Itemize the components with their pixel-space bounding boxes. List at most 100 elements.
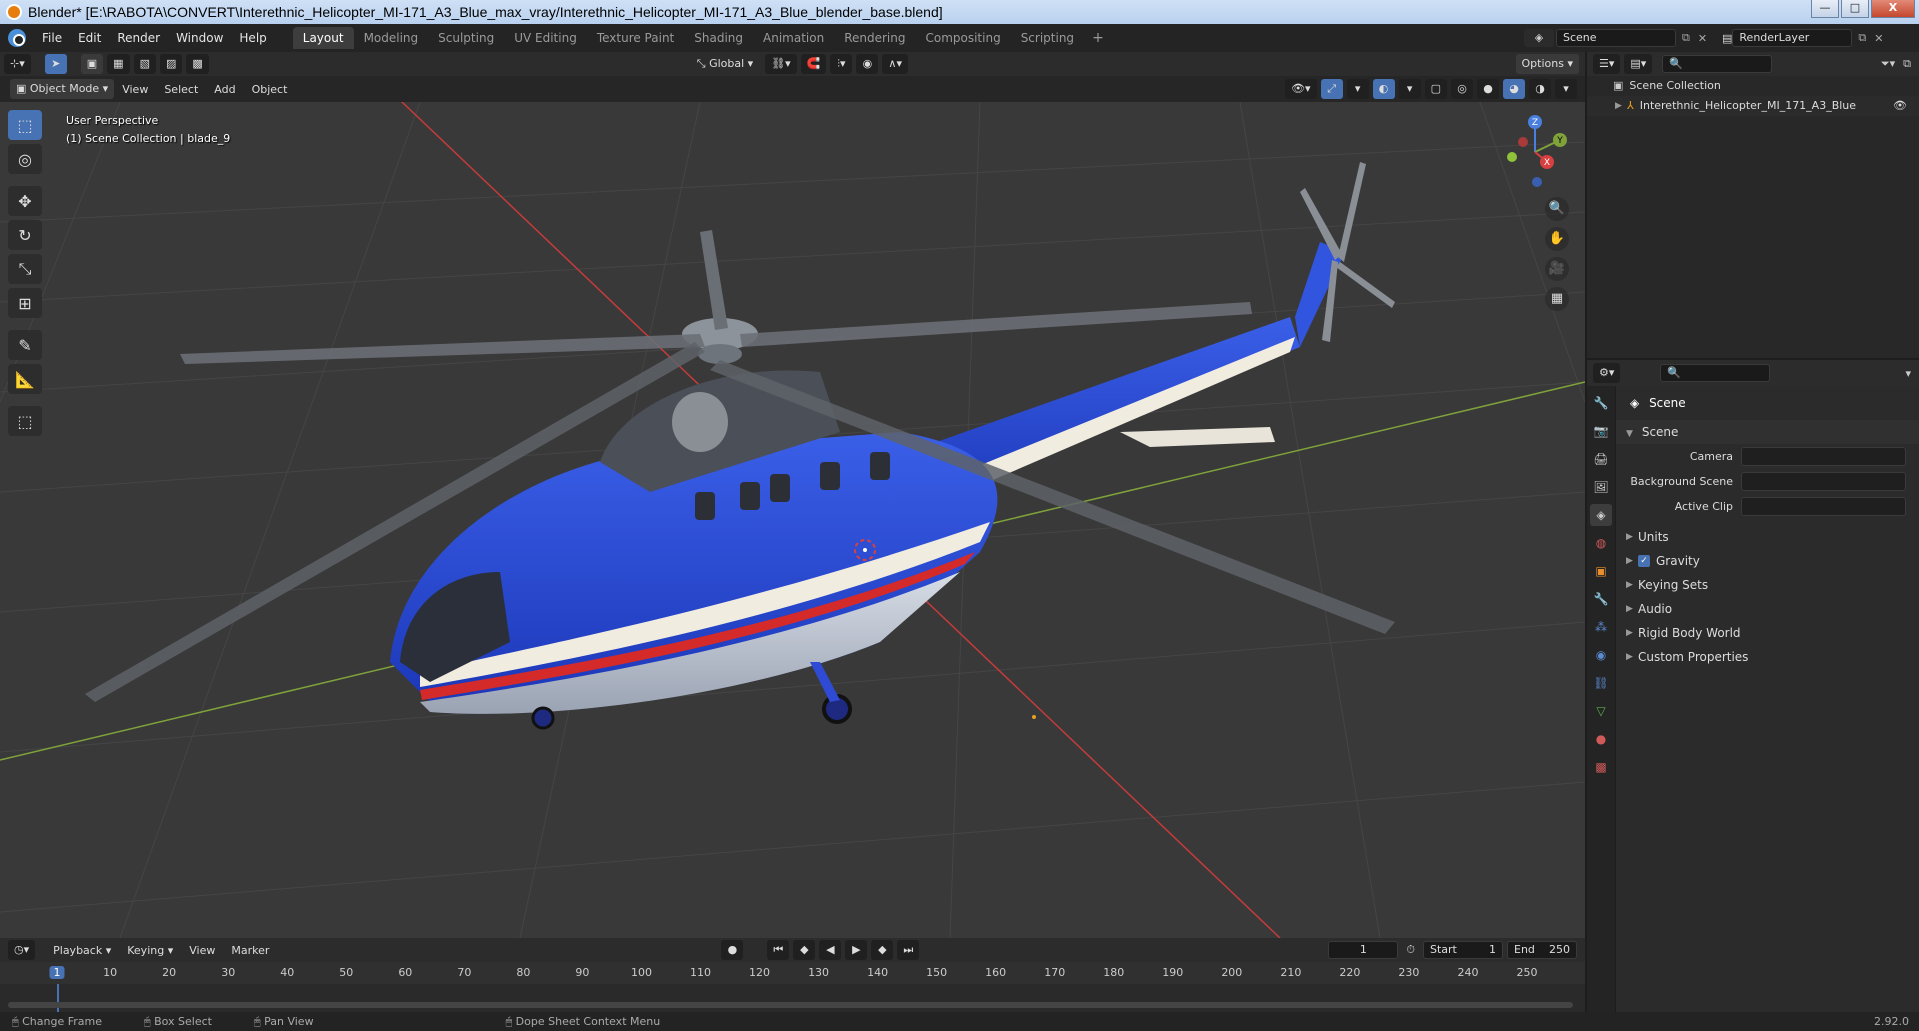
menu-file[interactable]: File [34, 31, 70, 45]
editor-type-button[interactable]: ⊹▾ [4, 54, 31, 74]
minimize-button[interactable]: — [1811, 0, 1839, 18]
new-collection-icon[interactable]: ⧉ [1903, 57, 1911, 71]
display-mode-icon[interactable]: ▤▾ [1624, 54, 1653, 74]
scene-tab-icon[interactable]: ◈ [1590, 504, 1612, 526]
record-keyframe-icon[interactable]: ● [721, 940, 744, 960]
object-mode-dropdown[interactable]: ▣ Object Mode ▾ [10, 79, 115, 99]
constraints-tab-icon[interactable]: ⛓ [1590, 672, 1612, 694]
ortho-grid-icon[interactable]: ▦ [1545, 287, 1569, 311]
start-frame-field[interactable]: Start 1 [1423, 941, 1503, 959]
render-tab-icon[interactable]: 📷 [1590, 420, 1612, 442]
scene-name-field[interactable]: Scene [1556, 29, 1676, 47]
menu-help[interactable]: Help [231, 31, 274, 45]
rotate-tool-icon[interactable]: ↻ [8, 220, 42, 250]
timeline-scrollbar[interactable] [8, 1002, 1573, 1008]
proportional-edit-icon[interactable]: ◉ [856, 54, 879, 74]
new-renderlayer-icon[interactable]: ⧉ [1858, 31, 1866, 45]
jump-end-icon[interactable]: ⏭ [897, 940, 920, 960]
menu-add[interactable]: Add [206, 83, 243, 96]
material-shading-icon[interactable]: ◕ [1503, 79, 1525, 99]
gizmo-neg-y[interactable] [1507, 152, 1517, 162]
close-button[interactable]: X [1871, 0, 1915, 18]
delete-scene-icon[interactable]: ✕ [1698, 32, 1707, 45]
gravity-checkbox[interactable]: ✓ [1638, 555, 1650, 567]
select-subtract-icon[interactable]: ▧ [133, 54, 156, 74]
tab-scripting[interactable]: Scripting [1011, 27, 1084, 49]
material-tab-icon[interactable]: ● [1590, 728, 1612, 750]
view-layer-tab-icon[interactable]: 🖼 [1590, 476, 1612, 498]
move-tool-icon[interactable]: ✥ [8, 186, 42, 216]
tab-rendering[interactable]: Rendering [834, 27, 915, 49]
cursor-tool-icon[interactable]: ◎ [8, 144, 42, 174]
output-tab-icon[interactable]: 🖨 [1590, 448, 1612, 470]
tab-layout[interactable]: Layout [292, 27, 354, 49]
annotate-tool-icon[interactable]: ✎ [8, 330, 42, 360]
camera-view-icon[interactable]: 🎥 [1545, 257, 1569, 281]
wireframe-shading-icon[interactable]: ◎ [1451, 79, 1473, 99]
renderlayer-selector[interactable]: ▤ RenderLayer ⧉ ✕ [1722, 28, 1917, 48]
add-workspace-button[interactable]: + [1084, 27, 1112, 49]
properties-options-icon[interactable]: ▾ [1905, 367, 1911, 380]
units-panel[interactable]: ▶ Units [1616, 525, 1919, 549]
snap-icon[interactable]: 🧲 [800, 54, 827, 74]
tab-uv-editing[interactable]: UV Editing [504, 27, 587, 49]
menu-object[interactable]: Object [244, 83, 296, 96]
background-scene-field[interactable] [1741, 472, 1906, 491]
tab-sculpting[interactable]: Sculpting [428, 27, 504, 49]
gizmo-neg-x[interactable] [1518, 137, 1528, 147]
3d-viewport[interactable]: User Perspective (1) Scene Collection | … [0, 102, 1585, 938]
helicopter-model[interactable] [85, 162, 1395, 730]
menu-timeline-view[interactable]: View [181, 944, 223, 957]
timeline-ruler[interactable]: 1 10 20 30 40 50 60 70 80 90 100 110 120 130 140 150 160… [0, 962, 1585, 984]
menu-render[interactable]: Render [109, 31, 168, 45]
scene-section-header[interactable]: ▼ Scene [1616, 420, 1919, 444]
timeline-editor-type-icon[interactable]: ◷▾ [8, 940, 36, 960]
select-extend-icon[interactable]: ▦ [107, 54, 130, 74]
tab-shading[interactable]: Shading [684, 27, 753, 49]
visibility-eye-icon[interactable]: 👁 [1893, 96, 1907, 116]
gizmo-toggle-icon[interactable]: ⤢ [1320, 79, 1343, 99]
object-tab-icon[interactable]: ▣ [1590, 560, 1612, 582]
play-reverse-icon[interactable]: ◀ [819, 940, 842, 960]
outliner-editor-type-icon[interactable]: ☰▾ [1593, 54, 1621, 74]
outliner-row-scene-collection[interactable]: ▣ Scene Collection [1587, 76, 1919, 96]
active-clip-field[interactable] [1741, 497, 1906, 516]
add-cube-tool-icon[interactable]: ⬚ [8, 406, 42, 436]
tab-modeling[interactable]: Modeling [354, 27, 429, 49]
menu-edit[interactable]: Edit [70, 31, 109, 45]
overlay-dropdown-icon[interactable]: ▾ [1398, 79, 1421, 99]
gravity-panel[interactable]: ▶ ✓ Gravity [1616, 549, 1919, 573]
world-tab-icon[interactable]: ◍ [1590, 532, 1612, 554]
outliner-row-helicopter[interactable]: ▶ ⅄ Interethnic_Helicopter_MI_171_A3_Blu… [1587, 96, 1919, 116]
rigid-body-world-panel[interactable]: ▶ Rigid Body World [1616, 621, 1919, 645]
scale-tool-icon[interactable]: ⤡ [8, 254, 42, 284]
menu-view[interactable]: View [114, 83, 156, 96]
prev-keyframe-icon[interactable]: ◆ [793, 940, 816, 960]
end-frame-field[interactable]: End 250 [1507, 941, 1577, 959]
properties-search-field[interactable]: 🔍 [1660, 364, 1771, 382]
timeline-body[interactable]: 1 10 20 30 40 50 60 70 80 90 100 110 120 130 140 150 160… [0, 962, 1585, 1012]
modifier-tab-icon[interactable]: 🔧 [1590, 588, 1612, 610]
audio-panel[interactable]: ▶ Audio [1616, 597, 1919, 621]
expand-arrow-icon[interactable]: ▶ [1615, 96, 1627, 116]
camera-field[interactable] [1741, 447, 1906, 466]
select-invert-icon[interactable]: ▨ [159, 54, 183, 74]
select-intersect-icon[interactable]: ▩ [186, 54, 209, 74]
shading-dropdown-icon[interactable]: ▾ [1555, 79, 1577, 99]
measure-tool-icon[interactable]: 📐 [8, 364, 42, 394]
options-dropdown[interactable]: Options ▾ [1515, 54, 1579, 74]
scene-selector[interactable]: ◈ Scene ⧉ ✕ [1524, 28, 1724, 48]
select-box-mode-icon[interactable]: ▣ [80, 54, 104, 74]
keying-sets-panel[interactable]: ▶ Keying Sets [1616, 573, 1919, 597]
transform-orientation-dropdown[interactable]: ⤡ Global ▾ [689, 57, 761, 71]
snap-target-icon[interactable]: ⫶▾ [830, 54, 853, 74]
menu-playback[interactable]: Playback ▾ [45, 944, 119, 957]
maximize-button[interactable]: □ [1841, 0, 1869, 18]
menu-window[interactable]: Window [168, 31, 231, 45]
navigation-gizmo[interactable]: Z Y X [1495, 112, 1575, 192]
tab-texture-paint[interactable]: Texture Paint [587, 27, 684, 49]
tool-tab-icon[interactable]: 🔧 [1590, 392, 1612, 414]
delete-renderlayer-icon[interactable]: ✕ [1874, 32, 1883, 45]
custom-properties-panel[interactable]: ▶ Custom Properties [1616, 645, 1919, 669]
gizmo-dropdown-icon[interactable]: ▾ [1346, 79, 1369, 99]
